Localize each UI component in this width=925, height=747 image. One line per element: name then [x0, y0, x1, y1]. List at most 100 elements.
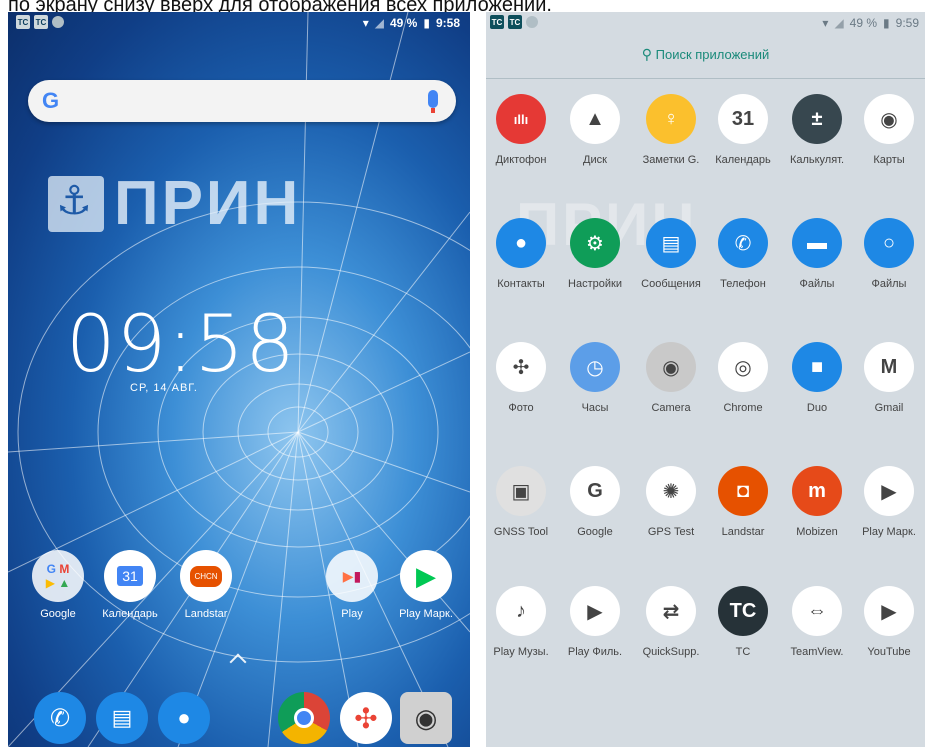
app-glyph: ♀: [663, 107, 679, 130]
drawer-app-0[interactable]: ıllı Диктофон: [486, 94, 558, 166]
drawer-app-19[interactable]: G Google: [558, 466, 632, 538]
app-icon: ⇔: [792, 586, 842, 636]
drawer-app-10[interactable]: ▬ Файлы: [780, 218, 854, 290]
drawer-app-7[interactable]: ⚙ Настройки: [558, 218, 632, 290]
dock-camera-icon[interactable]: ◉: [400, 692, 452, 744]
notification-dot-icon: [526, 16, 538, 28]
drawer-app-15[interactable]: ◎ Chrome: [706, 342, 780, 414]
home-app-play-folder[interactable]: ▶ ▮ Play: [312, 550, 392, 620]
tc-notification-icon: TC: [16, 15, 30, 29]
app-icon: ✣: [496, 342, 546, 392]
drawer-app-16[interactable]: ■ Duo: [780, 342, 854, 414]
drawer-app-18[interactable]: ▣ GNSS Tool: [486, 466, 558, 538]
app-glyph: M: [880, 355, 898, 378]
app-glyph: ○: [882, 231, 896, 254]
drawer-app-11[interactable]: ○ Файлы: [852, 218, 925, 290]
dock-chrome-icon[interactable]: [278, 692, 330, 744]
app-label: QuickSupp.: [642, 646, 700, 658]
app-glyph: ■: [810, 355, 824, 378]
dock-photos-icon[interactable]: ✣: [340, 692, 392, 744]
app-label: Настройки: [568, 278, 622, 290]
app-icon: ◉: [864, 94, 914, 144]
clock-widget[interactable]: 09:58: [66, 300, 296, 390]
app-label: Фото: [508, 402, 534, 414]
play-store-icon: ▶: [400, 550, 452, 602]
drawer-app-22[interactable]: m Mobizen: [780, 466, 854, 538]
app-icon: ▶: [570, 586, 620, 636]
battery-icon: ▮: [423, 16, 430, 30]
app-label: Сообщения: [641, 278, 701, 290]
app-icon: 31: [718, 94, 768, 144]
drawer-app-12[interactable]: ✣ Фото: [486, 342, 558, 414]
app-label: Файлы: [871, 278, 907, 290]
drawer-app-6[interactable]: ● Контакты: [486, 218, 558, 290]
wifi-icon: ▾: [362, 16, 369, 30]
home-app-landstar[interactable]: CHCN Landstar: [166, 550, 246, 620]
app-icon: ▬: [792, 218, 842, 268]
google-search-bar[interactable]: G: [28, 80, 456, 122]
drawer-app-29[interactable]: ▶ YouTube: [852, 586, 925, 658]
app-glyph: TC: [729, 599, 757, 622]
status-time: 9:59: [895, 16, 919, 30]
home-app-google-folder[interactable]: G M ▶ ▲ Google: [18, 550, 98, 620]
drawer-app-20[interactable]: ✺ GPS Test: [634, 466, 708, 538]
drawer-app-25[interactable]: ▶ Play Филь.: [558, 586, 632, 658]
dock-contacts-icon[interactable]: ●: [158, 692, 210, 744]
drawer-app-1[interactable]: ▲ Диск: [558, 94, 632, 166]
drawer-app-9[interactable]: ✆ Телефон: [706, 218, 780, 290]
dock-messages-icon[interactable]: ▤: [96, 692, 148, 744]
app-icon: ▶: [864, 586, 914, 636]
drawer-app-23[interactable]: ▶ Play Марк.: [852, 466, 925, 538]
app-icon: ⇄: [646, 586, 696, 636]
app-glyph: ✺: [662, 480, 680, 503]
app-glyph: ıllı: [513, 111, 529, 127]
app-icon: ♀: [646, 94, 696, 144]
drawer-app-4[interactable]: ± Калькулят.: [780, 94, 854, 166]
drawer-app-26[interactable]: ⇄ QuickSupp.: [634, 586, 708, 658]
dock-phone-icon[interactable]: ✆: [34, 692, 86, 744]
drawer-app-8[interactable]: ▤ Сообщения: [634, 218, 708, 290]
drawer-app-2[interactable]: ♀ Заметки G.: [634, 94, 708, 166]
app-glyph: ◷: [586, 356, 604, 379]
app-label: Google: [577, 526, 613, 538]
app-label: Часы: [581, 402, 609, 414]
drawer-app-27[interactable]: TC TC: [706, 586, 780, 658]
app-glyph: ◉: [880, 108, 898, 131]
app-label: Контакты: [497, 278, 545, 290]
drawer-app-5[interactable]: ◉ Карты: [852, 94, 925, 166]
app-label: GNSS Tool: [493, 526, 549, 538]
app-label: Карты: [873, 154, 905, 166]
status-time: 9:58: [435, 16, 460, 30]
prin-logo-text: ПРИН: [114, 169, 302, 238]
home-app-calendar[interactable]: 31 Календарь: [90, 550, 170, 620]
app-icon: ▲: [570, 94, 620, 144]
app-glyph: ▶: [881, 480, 897, 503]
app-label: Play Филь.: [567, 646, 623, 658]
drawer-app-17[interactable]: M Gmail: [852, 342, 925, 414]
drawer-app-14[interactable]: ◉ Camera: [634, 342, 708, 414]
mic-icon[interactable]: [428, 90, 438, 113]
app-search-field[interactable]: ⚲ Поиск приложений: [486, 46, 925, 76]
drawer-app-28[interactable]: ⇔ TeamView.: [780, 586, 854, 658]
status-bar: TC TC ▾ ◢ 49 % ▮ 9:59: [486, 12, 925, 34]
drawer-app-3[interactable]: 31 Календарь: [706, 94, 780, 166]
app-glyph: ▤: [661, 232, 681, 255]
app-icon: ±: [792, 94, 842, 144]
drawer-app-24[interactable]: ♪ Play Музы.: [486, 586, 558, 658]
app-icon: ●: [496, 218, 546, 268]
app-icon: ▤: [646, 218, 696, 268]
app-label: Диск: [583, 154, 607, 166]
app-icon: ■: [792, 342, 842, 392]
app-label: Play: [341, 608, 363, 620]
drawer-app-13[interactable]: ◷ Часы: [558, 342, 632, 414]
home-app-play-market[interactable]: ▶ Play Марк.: [386, 550, 466, 620]
app-label: Gmail: [874, 402, 904, 414]
app-label: TC: [735, 646, 751, 658]
home-screen: TC TC ▾ ◢ 49 % ▮ 9:58 G ПРИН 09:58 СР, 1…: [8, 12, 470, 747]
app-glyph: ▬: [807, 231, 827, 254]
app-glyph: ✆: [734, 232, 752, 255]
app-icon: ◉: [646, 342, 696, 392]
app-icon: ▣: [496, 466, 546, 516]
app-label: Календарь: [102, 608, 158, 620]
drawer-app-21[interactable]: ◘ Landstar: [706, 466, 780, 538]
